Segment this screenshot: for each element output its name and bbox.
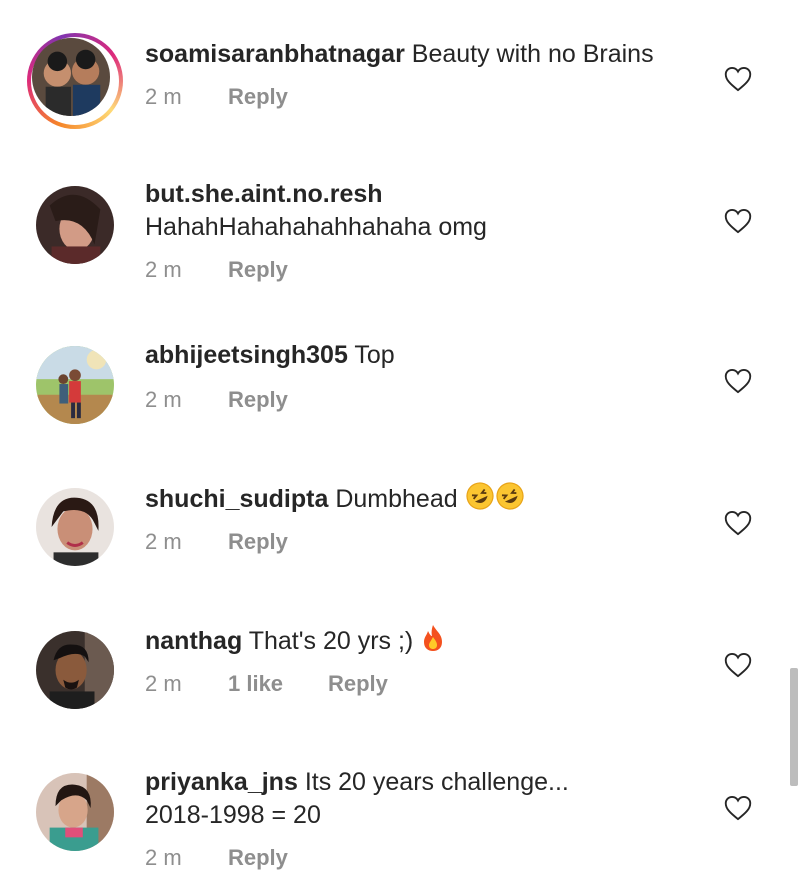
comment-time: 2 m: [145, 257, 182, 282]
avatar[interactable]: [36, 186, 114, 264]
likes-count-button[interactable]: 1 like: [228, 671, 283, 697]
reply-button[interactable]: Reply: [328, 671, 388, 697]
comment-text: priyanka_jns Its 20 years challenge... 2…: [145, 766, 705, 832]
reply-button[interactable]: Reply: [228, 845, 288, 871]
comment-body: Beauty with no Brains: [411, 40, 654, 68]
comment-time: 2 m: [145, 845, 182, 870]
heart-outline-icon[interactable]: [724, 510, 752, 536]
comment-body: Dumbhead: [335, 485, 458, 513]
comment-body: Its 20 years challenge...: [304, 768, 569, 796]
comment-text: nanthag That's 20 yrs ;): [145, 623, 705, 658]
comment-text: shuchi_sudipta Dumbhead: [145, 481, 705, 516]
heart-outline-icon[interactable]: [724, 66, 752, 92]
reply-button[interactable]: Reply: [228, 387, 288, 413]
comment-body: Top: [354, 341, 395, 369]
rofl-emoji: [495, 482, 524, 510]
reply-button[interactable]: Reply: [228, 257, 288, 283]
comment-username[interactable]: abhijeetsingh305: [145, 341, 348, 369]
fire-emoji: [424, 625, 443, 651]
comment-body: That's 20 yrs ;): [248, 627, 414, 655]
comment-text: but.she.aint.no.resh HahahHahahahahhahah…: [145, 178, 705, 244]
comment-time: 2 m: [145, 84, 182, 109]
comment-username[interactable]: soamisaranbhatnagar: [145, 40, 405, 68]
comment-time: 2 m: [145, 671, 182, 696]
heart-outline-icon[interactable]: [724, 368, 752, 394]
comment-username[interactable]: nanthag: [145, 627, 242, 655]
story-ring[interactable]: [27, 33, 123, 129]
comment-body: HahahHahahahahhahaha omg: [145, 213, 487, 241]
comment-body-line2: 2018-1998 = 20: [145, 801, 321, 829]
reply-button[interactable]: Reply: [228, 529, 288, 555]
avatar[interactable]: [36, 773, 114, 851]
comment-username[interactable]: shuchi_sudipta: [145, 485, 328, 513]
heart-outline-icon[interactable]: [724, 652, 752, 678]
heart-outline-icon[interactable]: [724, 795, 752, 821]
reply-button[interactable]: Reply: [228, 84, 288, 110]
heart-outline-icon[interactable]: [724, 208, 752, 234]
comment-time: 2 m: [145, 529, 182, 554]
avatar[interactable]: [32, 38, 110, 116]
comment-text: soamisaranbhatnagar Beauty with no Brain…: [145, 38, 705, 71]
avatar[interactable]: [36, 346, 114, 424]
rofl-emoji: [465, 482, 494, 510]
scrollbar-thumb[interactable]: [790, 668, 798, 786]
comment-text: abhijeetsingh305 Top: [145, 339, 705, 372]
comment-time: 2 m: [145, 387, 182, 412]
comment-username[interactable]: but.she.aint.no.resh: [145, 178, 705, 211]
avatar[interactable]: [36, 488, 114, 566]
comment-username[interactable]: priyanka_jns: [145, 768, 298, 796]
avatar[interactable]: [36, 631, 114, 709]
